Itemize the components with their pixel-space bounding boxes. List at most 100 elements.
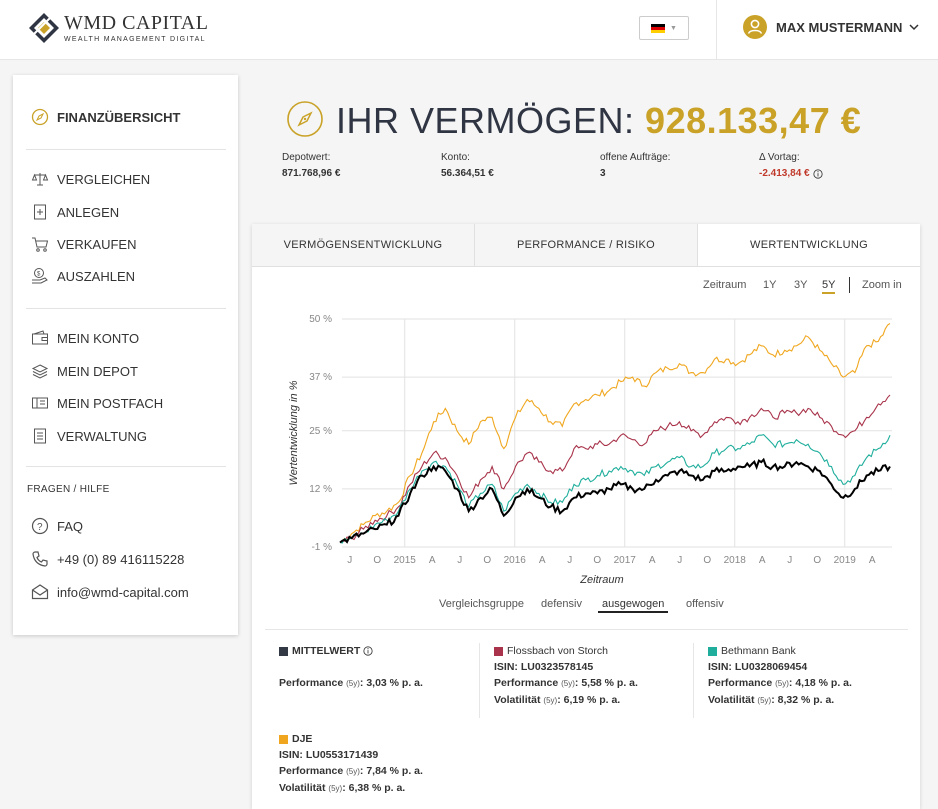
phone-icon — [31, 550, 49, 568]
y-tick-label: 25 % — [309, 426, 332, 437]
fund-divider — [479, 643, 480, 718]
brand-tagline: WEALTH MANAGEMENT DIGITAL — [64, 36, 206, 43]
info-icon[interactable] — [813, 168, 823, 179]
panel-tabs: VERMÖGENSENTWICKLUNG PERFORMANCE / RISIK… — [252, 224, 920, 267]
series-line-dje — [339, 323, 891, 543]
sidebar-item-label: FAQ — [57, 518, 84, 534]
x-tick-label: A — [539, 555, 546, 566]
sidebar-item-label: FINANZÜBERSICHT — [57, 109, 181, 125]
kpi-konto: Konto: 56.364,51 € — [441, 152, 494, 179]
sidebar-item-phone[interactable]: +49 (0) 89 416115228 — [31, 550, 184, 568]
page-title-label: IHR VERMÖGEN: — [336, 100, 635, 141]
x-tick-label: J — [677, 555, 682, 566]
kpi-value: 871.768,96 € — [282, 168, 341, 179]
sidebar-divider — [26, 466, 226, 467]
fund-isin: ISIN: LU0323578145 — [494, 661, 594, 673]
sidebar-item-mein-depot[interactable]: MEIN DEPOT — [31, 362, 138, 380]
user-avatar-icon — [743, 15, 767, 39]
sidebar-item-verkaufen[interactable]: VERKAUFEN — [31, 235, 136, 253]
sidebar-item-verwaltung[interactable]: VERWALTUNG — [31, 427, 147, 445]
top-bar: WMD CAPITAL WEALTH MANAGEMENT DIGITAL ▼ … — [0, 0, 938, 60]
fund-divider — [693, 643, 694, 718]
performance-line-chart[interactable]: 50 % 37 % 25 % 12 % -1 % J O 2015 A J O 2016 A J O 2017… — [252, 299, 920, 589]
range-1y-button[interactable]: 1Y — [763, 279, 776, 291]
sidebar-item-label: VERGLEICHEN — [57, 171, 151, 187]
range-3y-button[interactable]: 3Y — [794, 279, 807, 291]
sidebar-item-mein-konto[interactable]: MEIN KONTO — [31, 329, 139, 347]
document-plus-icon — [31, 203, 49, 221]
sidebar-item-label: VERWALTUNG — [57, 428, 148, 444]
user-menu[interactable]: MAX MUSTERMANN — [743, 15, 920, 39]
svg-text:?: ? — [37, 522, 43, 533]
fund-volatility: Volatilität (5y): 8,32 % p. a. — [708, 694, 835, 706]
tab-vermoegensentwicklung[interactable]: VERMÖGENSENTWICKLUNG — [252, 224, 475, 266]
comparison-defensiv-button[interactable]: defensiv — [541, 598, 582, 610]
x-tick-label: O — [373, 555, 381, 566]
x-tick-label: J — [457, 555, 462, 566]
y-tick-label: 50 % — [309, 314, 332, 325]
comparison-ausgewogen-button[interactable]: ausgewogen — [598, 598, 669, 613]
tab-performance-risiko[interactable]: PERFORMANCE / RISIKO — [475, 224, 698, 266]
chevron-down-icon — [909, 24, 919, 31]
header-divider — [716, 0, 717, 60]
fund-card-mittelwert: MITTELWERT Performance (5y): 3,03 % p. a… — [279, 643, 423, 692]
x-axis-title: Zeitraum — [579, 574, 623, 586]
caret-down-icon: ▼ — [670, 24, 677, 32]
help-section-title: FRAGEN / HILFE — [27, 484, 110, 495]
comparison-offensiv-button[interactable]: offensiv — [686, 598, 724, 610]
mailbox-icon — [31, 394, 49, 412]
x-tick-label: O — [703, 555, 711, 566]
x-tick-label: A — [759, 555, 766, 566]
series-swatch — [279, 734, 288, 744]
brand-name: WMD CAPITAL — [64, 12, 209, 34]
x-tick-label: 2019 — [834, 555, 857, 566]
sidebar-item-email[interactable]: info@wmd-capital.com — [31, 583, 189, 601]
x-tick-label: A — [649, 555, 656, 566]
series-swatch — [708, 646, 717, 656]
y-axis-title: Wertentwicklung in % — [288, 380, 300, 485]
german-flag-icon — [651, 23, 666, 33]
x-tick-label: 2016 — [504, 555, 527, 566]
fund-volatility: Volatilität (5y): 6,38 % p. a. — [279, 782, 406, 794]
sidebar-item-finanzuebersicht[interactable]: FINANZÜBERSICHT — [31, 108, 181, 126]
cart-icon — [31, 235, 49, 253]
sidebar-item-vergleichen[interactable]: VERGLEICHEN — [31, 170, 150, 188]
x-tick-label: 2018 — [724, 555, 747, 566]
kpi-value: 56.364,51 € — [441, 168, 494, 179]
scale-icon — [31, 170, 49, 188]
sidebar-item-auszahlen[interactable]: $ AUSZAHLEN — [31, 267, 135, 285]
kpi-depotwert: Depotwert: 871.768,96 € — [282, 152, 340, 179]
kpi-label: Depotwert: — [282, 152, 331, 163]
sidebar-item-label: MEIN POSTFACH — [57, 395, 164, 411]
sidebar-item-mein-postfach[interactable]: MEIN POSTFACH — [31, 394, 163, 412]
fund-performance: Performance (5y): 3,03 % p. a. — [279, 677, 423, 689]
document-icon — [31, 427, 49, 445]
range-5y-button[interactable]: 5Y — [822, 279, 836, 294]
legend-divider — [265, 629, 908, 630]
range-label: Zeitraum — [703, 279, 747, 291]
fund-performance: Performance (5y): 7,84 % p. a. — [279, 765, 423, 777]
kpi-value: 3 — [600, 168, 606, 179]
fund-card-dje: DJE ISIN: LU0553171439 Performance (5y):… — [279, 731, 423, 797]
tab-wertentwicklung[interactable]: WERTENTWICKLUNG — [698, 224, 920, 266]
fund-performance: Performance (5y): 5,58 % p. a. — [494, 677, 638, 689]
sidebar-divider — [26, 308, 226, 309]
fund-card-bethmann: Bethmann Bank ISIN: LU0328069454 Perform… — [708, 643, 852, 709]
sidebar-item-anlegen[interactable]: ANLEGEN — [31, 203, 119, 221]
sidebar-item-faq[interactable]: ? FAQ — [31, 517, 83, 535]
zoom-in-button[interactable]: Zoom in — [862, 279, 902, 291]
x-tick-label: J — [787, 555, 792, 566]
question-icon: ? — [31, 517, 49, 535]
logo-diamond-icon — [29, 13, 59, 43]
fund-name: MITTELWERT — [292, 645, 361, 657]
kpi-delta-vortag: Δ Vortag: -2.413,84 € — [759, 152, 823, 179]
brand-logo[interactable]: WMD CAPITAL WEALTH MANAGEMENT DIGITAL — [28, 10, 208, 46]
x-tick-label: O — [593, 555, 601, 566]
x-tick-label: O — [813, 555, 821, 566]
sidebar-item-label: +49 (0) 89 416115228 — [57, 551, 185, 567]
language-select[interactable]: ▼ — [639, 16, 689, 40]
x-tick-label: A — [429, 555, 436, 566]
info-icon[interactable] — [363, 646, 373, 656]
kpi-offene-auftraege: offene Aufträge: 3 — [600, 152, 670, 179]
x-tick-label: 2015 — [394, 555, 417, 566]
